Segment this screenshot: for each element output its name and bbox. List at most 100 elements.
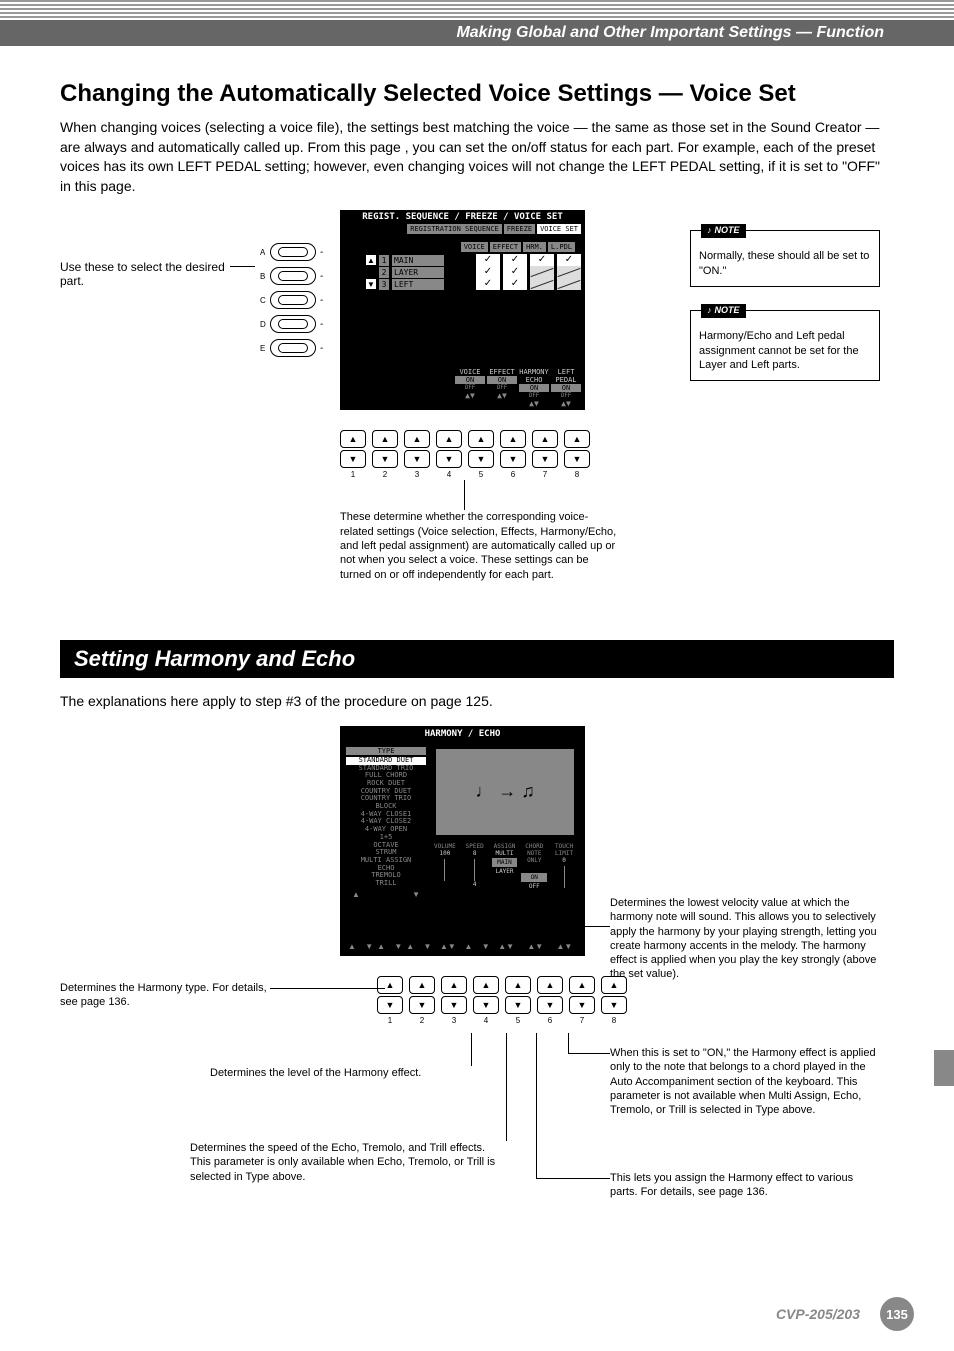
bottom-voice: VOICE ON OFF ▲▼ — [455, 368, 485, 408]
bottom-effect: EFFECT ON OFF ▲▼ — [487, 368, 517, 408]
up-arrow-icon[interactable]: ▲ — [505, 976, 531, 994]
down-arrow-icon[interactable]: ▼ — [436, 450, 462, 468]
type-panel: TYPE STANDARD DUET STANDARD TRIO FULL CH… — [346, 747, 426, 899]
note-label: NOTE — [701, 304, 746, 318]
tab-registration-sequence: REGISTRATION SEQUENCE — [407, 224, 502, 234]
callout-line — [536, 1033, 537, 1178]
button-pair-8[interactable]: ▲▼8 — [601, 976, 627, 1025]
button-pair-1[interactable]: ▲▼1 — [377, 976, 403, 1025]
bottom-buttons: ▲ ▼ 1 ▲ ▼ 2 ▲ ▼ 3 ▲ ▼ 4 ▲ ▼ 5 — [340, 430, 590, 479]
button-pair-7[interactable]: ▲▼7 — [569, 976, 595, 1025]
side-button-c[interactable]: C - — [260, 288, 323, 312]
down-arrow-icon[interactable]: ▼ — [569, 996, 595, 1014]
side-tab-marker — [934, 1050, 954, 1086]
button-pair-5[interactable]: ▲ ▼ 5 — [468, 430, 494, 479]
down-arrow-icon[interactable]: ▼ — [441, 996, 467, 1014]
down-arrow-icon[interactable]: ▼ — [372, 450, 398, 468]
section2-intro: The explanations here apply to step #3 o… — [60, 692, 894, 712]
down-arrow-icon[interactable]: ▼ — [468, 450, 494, 468]
disabled-cell — [530, 266, 554, 278]
disabled-cell — [557, 278, 581, 290]
button-pair-8[interactable]: ▲ ▼ 8 — [564, 430, 590, 479]
anno-harmony-type: Determines the Harmony type. For details… — [60, 981, 270, 1010]
side-button-d[interactable]: D - — [260, 312, 323, 336]
up-arrow-icon[interactable]: ▲ — [473, 976, 499, 994]
up-arrow-icon[interactable]: ▲ — [404, 430, 430, 448]
down-arrow-icon[interactable]: ▼ — [409, 996, 435, 1014]
button-pair-4[interactable]: ▲▼4 — [473, 976, 499, 1025]
disabled-cell — [530, 278, 554, 290]
up-arrow-icon[interactable]: ▲ — [500, 430, 526, 448]
note-text: Normally, these should all be set to "ON… — [699, 249, 871, 278]
note-box-1: NOTE Normally, these should all be set t… — [690, 230, 880, 287]
up-arrow-icon[interactable]: ▲ — [377, 976, 403, 994]
check-icon: ✓ — [503, 266, 527, 278]
select-part-label: Use these to select the desired part. — [60, 260, 230, 288]
up-arrow-icon[interactable]: ▲ — [409, 976, 435, 994]
callout-line — [506, 1033, 507, 1141]
up-arrow-icon: ▲ — [366, 255, 376, 265]
down-arrow-icon[interactable]: ▼ — [473, 996, 499, 1014]
anno-chord-note: When this is set to "ON," the Harmony ef… — [610, 1046, 890, 1117]
button-pair-1[interactable]: ▲ ▼ 1 — [340, 430, 366, 479]
down-arrow-icon[interactable]: ▼ — [505, 996, 531, 1014]
callout-line — [270, 988, 385, 989]
button-pair-2[interactable]: ▲▼2 — [409, 976, 435, 1025]
disabled-cell — [557, 266, 581, 278]
down-arrow-icon[interactable]: ▼ — [601, 996, 627, 1014]
button-pair-3[interactable]: ▲▼3 — [441, 976, 467, 1025]
check-icon: ✓ — [476, 278, 500, 290]
callout-line — [230, 266, 255, 267]
check-icon: ✓ — [476, 254, 500, 266]
up-arrow-icon[interactable]: ▲ — [340, 430, 366, 448]
side-button-b[interactable]: B - — [260, 264, 323, 288]
side-button-e[interactable]: E - — [260, 336, 323, 360]
param-speed: SPEED 8 4 — [462, 843, 488, 890]
breadcrumb: Making Global and Other Important Settin… — [0, 20, 954, 46]
col-effect: EFFECT — [490, 242, 521, 252]
down-arrow-icon[interactable]: ▼ — [537, 996, 563, 1014]
footer-pagenum: 135 — [880, 1297, 914, 1331]
row-left: LEFT — [392, 279, 444, 290]
anno-harmony-level: Determines the level of the Harmony effe… — [210, 1066, 490, 1080]
harmony-echo-figure: HARMONY / ECHO TYPE STANDARD DUET STANDA… — [60, 726, 894, 1206]
button-pair-2[interactable]: ▲ ▼ 2 — [372, 430, 398, 479]
up-arrow-icon[interactable]: ▲ — [468, 430, 494, 448]
section1-title: Changing the Automatically Selected Voic… — [60, 80, 894, 108]
bottom-harmony-echo: HARMONY ECHO ON OFF ▲▼ — [519, 368, 549, 408]
button-pair-6[interactable]: ▲ ▼ 6 — [500, 430, 526, 479]
harmony-preview: ♩ → ♫ — [436, 749, 574, 835]
button-pair-3[interactable]: ▲ ▼ 3 — [404, 430, 430, 479]
callout-line — [568, 1033, 569, 1053]
down-arrow-icon[interactable]: ▼ — [404, 450, 430, 468]
section1-intro: When changing voices (selecting a voice … — [60, 118, 894, 196]
up-arrow-icon[interactable]: ▲ — [532, 430, 558, 448]
side-button-a[interactable]: A - — [260, 240, 323, 264]
param-volume: VOLUME 100 — [432, 843, 458, 890]
bottom-left-pedal: LEFT PEDAL ON OFF ▲▼ — [551, 368, 581, 408]
tab-freeze: FREEZE — [504, 224, 535, 234]
callout-line — [568, 1053, 610, 1054]
up-arrow-icon[interactable]: ▲ — [564, 430, 590, 448]
check-icon: ✓ — [530, 254, 554, 266]
down-arrow-icon: ▼ — [366, 279, 376, 289]
button-pair-4[interactable]: ▲ ▼ 4 — [436, 430, 462, 479]
check-icon: ✓ — [557, 254, 581, 266]
up-arrow-icon[interactable]: ▲ — [372, 430, 398, 448]
up-arrow-icon[interactable]: ▲ — [436, 430, 462, 448]
voice-set-callout: These determine whether the correspondin… — [340, 510, 620, 581]
down-arrow-icon[interactable]: ▼ — [564, 450, 590, 468]
up-arrow-icon[interactable]: ▲ — [441, 976, 467, 994]
check-icon: ✓ — [503, 278, 527, 290]
button-pair-7[interactable]: ▲ ▼ 7 — [532, 430, 558, 479]
up-arrow-icon[interactable]: ▲ — [537, 976, 563, 994]
down-arrow-icon[interactable]: ▼ — [377, 996, 403, 1014]
down-arrow-icon[interactable]: ▼ — [340, 450, 366, 468]
down-arrow-icon[interactable]: ▼ — [500, 450, 526, 468]
button-pair-5[interactable]: ▲▼5 — [505, 976, 531, 1025]
up-arrow-icon[interactable]: ▲ — [569, 976, 595, 994]
button-pair-6[interactable]: ▲▼6 — [537, 976, 563, 1025]
down-arrow-icon[interactable]: ▼ — [532, 450, 558, 468]
bottom-buttons-2: ▲▼1 ▲▼2 ▲▼3 ▲▼4 ▲▼5 ▲▼6 ▲▼7 ▲▼8 — [377, 976, 627, 1025]
display1-title: REGIST. SEQUENCE / FREEZE / VOICE SET — [340, 210, 585, 222]
